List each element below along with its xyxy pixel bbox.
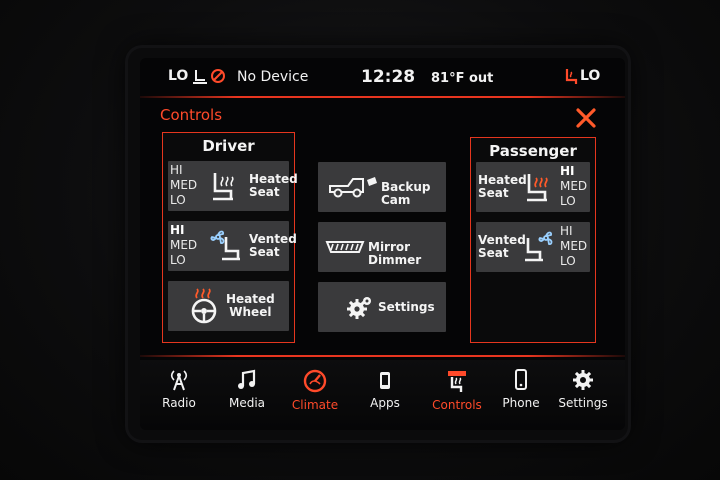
media-device-status[interactable]: No Device [237, 69, 308, 85]
driver-vented-seat-label: Vented Seat [249, 232, 297, 259]
nav-climate-label: Climate [291, 398, 339, 412]
level-lo: LO [170, 193, 186, 207]
radio-tower-icon [170, 370, 188, 391]
vented-seat-icon [525, 231, 553, 262]
heated-wheel-button[interactable]: Heated Wheel [168, 281, 289, 331]
nav-controls[interactable]: Controls [426, 368, 488, 424]
apps-icon [380, 372, 390, 389]
passenger-heated-seat-label: Heated Seat [478, 173, 527, 200]
driver-heat-levels: HI MED LO [170, 163, 197, 208]
level-hi: HI [170, 223, 185, 237]
nav-media-label: Media [228, 396, 266, 410]
mirror-dimmer-label: Mirror Dimmer [368, 240, 422, 267]
backup-cam-button[interactable]: Backup Cam [318, 162, 446, 212]
nav-settings-label: Settings [558, 396, 608, 410]
heated-seat-icon [213, 173, 234, 201]
driver-heated-seat-button[interactable]: HI MED LO Heated Seat [168, 161, 298, 211]
passenger-seat-status: LO [564, 67, 624, 87]
passenger-heading: Passenger [489, 142, 577, 160]
level-med: MED [170, 238, 198, 252]
nav-media[interactable]: Media [216, 368, 278, 424]
nav-climate[interactable]: Climate [284, 368, 346, 424]
passenger-heat-levels: HI MED LO [560, 164, 587, 209]
passenger-vented-seat-button[interactable]: Vented Seat HI MED LO [476, 222, 590, 272]
phone-icon [515, 369, 527, 390]
backup-cam-label: Backup Cam [381, 180, 431, 207]
driver-heading: Driver [202, 137, 255, 155]
mirror-dimmer-button[interactable]: Mirror Dimmer [318, 222, 446, 272]
nav-radio-label: Radio [162, 396, 196, 410]
level-med: MED [560, 179, 588, 193]
nav-phone-label: Phone [502, 396, 540, 410]
heated-seat-active-icon [527, 174, 548, 202]
mirror-dimmer-icon [325, 241, 365, 253]
nav-apps-label: Apps [370, 396, 400, 410]
level-hi: HI [560, 224, 573, 238]
driver-vent-levels: HI MED LO [170, 223, 197, 268]
nav-radio[interactable]: Radio [148, 368, 210, 424]
nav-controls-label: Controls [432, 398, 482, 412]
controls-settings-label: Settings [378, 300, 435, 314]
nav-apps[interactable]: Apps [354, 368, 416, 424]
driver-panel: Driver HI MED LO Heated Seat HI MED LO V… [162, 132, 298, 343]
passenger-heated-seat-button[interactable]: Heated Seat HI MED LO [476, 162, 590, 212]
heated-steering-wheel-icon [191, 288, 217, 324]
heated-wheel-label: Heated Wheel [226, 292, 275, 319]
backup-camera-icon [329, 177, 377, 198]
driver-heated-seat-label: Heated Seat [249, 172, 298, 199]
level-lo: LO [560, 254, 576, 268]
passenger-vented-seat-label: Vented Seat [478, 233, 526, 260]
level-lo: LO [170, 253, 186, 267]
controls-seat-icon [448, 371, 466, 392]
level-hi: HI [560, 164, 575, 178]
level-lo: LO [560, 194, 576, 208]
seat-heat-icon [565, 69, 578, 84]
passenger-panel: Passenger Heated Seat HI MED LO Vented S… [470, 137, 596, 343]
header-divider [140, 96, 625, 98]
close-icon[interactable] [574, 106, 598, 130]
level-med: MED [170, 178, 198, 192]
clock: 12:28 [361, 67, 416, 87]
nav-divider [140, 355, 625, 357]
driver-vented-seat-button[interactable]: HI MED LO Vented Seat [168, 221, 297, 271]
level-hi: HI [170, 163, 183, 177]
infotainment-screen: LO No Device 12:28 81°F out LO Controls … [140, 58, 625, 430]
status-bar: LO No Device 12:28 81°F out LO [140, 58, 625, 94]
passenger-vent-levels: HI MED LO [560, 224, 587, 269]
gear-icon [573, 370, 593, 390]
nav-settings[interactable]: Settings [552, 368, 614, 424]
controls-settings-button[interactable]: Settings [318, 282, 446, 332]
nav-phone[interactable]: Phone [490, 368, 552, 424]
vented-seat-icon [210, 230, 240, 261]
gear-icon [347, 297, 371, 319]
outside-temperature: 81°F out [431, 71, 494, 86]
passenger-level: LO [580, 68, 601, 84]
bottom-navigation: Radio Media Climate Apps Controls Phone … [140, 360, 625, 430]
climate-status-icon [193, 69, 225, 84]
level-med: MED [560, 239, 588, 253]
page-title: Controls [160, 106, 223, 124]
fan-level: LO [168, 68, 189, 84]
climate-gauge-icon [303, 369, 327, 393]
music-note-icon [238, 369, 256, 389]
